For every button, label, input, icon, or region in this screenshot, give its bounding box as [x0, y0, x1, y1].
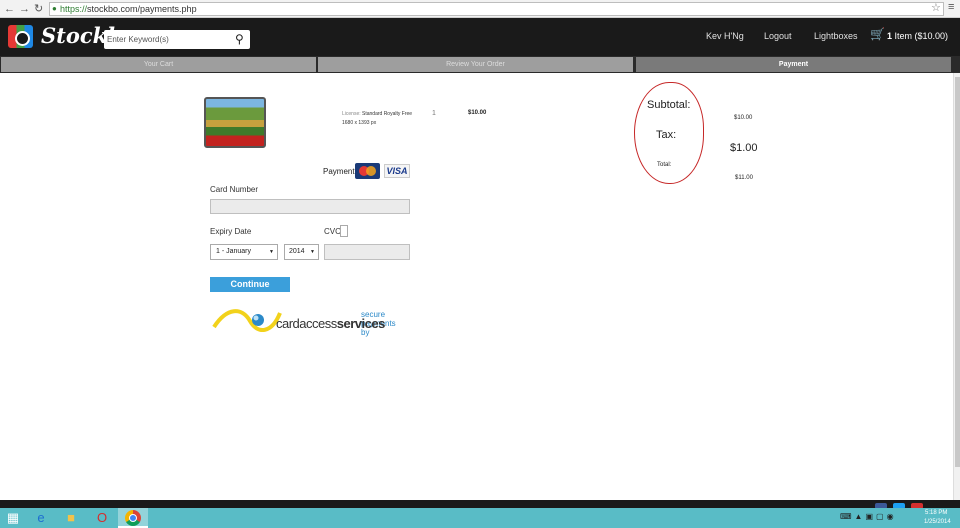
expiry-date-label: Expiry Date	[210, 227, 252, 236]
lightboxes-link[interactable]: Lightboxes	[814, 30, 858, 42]
file-explorer-icon[interactable]: ■	[62, 509, 80, 527]
lock-icon: ●	[52, 4, 57, 13]
item-price: $10.00	[468, 110, 487, 116]
card-number-input[interactable]	[210, 199, 410, 214]
scrollbar-thumb[interactable]	[955, 77, 960, 467]
search-box: ⚲	[104, 30, 250, 49]
payment-label: Payment	[323, 167, 355, 176]
checkout-steps: Your Cart Review Your Order Payment	[0, 56, 960, 73]
system-tray-icons[interactable]: ⌨▲▣▢◉	[840, 512, 897, 521]
image-dimensions: 1680 x 1393 px	[342, 120, 377, 126]
url-scheme: https://	[60, 4, 88, 14]
visa-icon: VISA	[384, 164, 410, 178]
cart-text: Item ($10.00)	[894, 31, 949, 41]
mastercard-icon	[355, 163, 380, 179]
search-icon[interactable]: ⚲	[235, 32, 244, 46]
swoosh-logo-icon	[212, 309, 282, 332]
browser-toolbar: ← → ↻ ● https://stockbo.com/payments.php…	[0, 0, 960, 18]
card-number-label: Card Number	[210, 185, 259, 194]
dropdown-caret-icon: ▼	[310, 249, 315, 255]
chrome-icon	[125, 510, 141, 526]
continue-button[interactable]: Continue	[210, 277, 290, 292]
subtotal-value: $10.00	[734, 115, 753, 121]
cvc-label: CVC	[324, 227, 341, 236]
reload-icon[interactable]: ↻	[34, 2, 43, 16]
processor-name-a: cardaccess	[276, 316, 337, 331]
total-label: Total:	[657, 162, 672, 168]
site-header: Stockbo ⚲ Kev H'Ng Logout Lightboxes 🛒 1…	[0, 18, 960, 56]
step-review-order[interactable]: Review Your Order	[318, 57, 633, 72]
clock-date[interactable]: 1/25/2014	[924, 519, 951, 525]
logout-link[interactable]: Logout	[764, 30, 792, 42]
expiry-year-value: 2014	[289, 248, 305, 255]
dropdown-caret-icon: ▼	[269, 249, 274, 255]
cart-count: 1	[887, 31, 893, 41]
license-label: License:	[342, 111, 361, 117]
tax-label: Tax:	[656, 129, 677, 141]
cart-icon[interactable]: 🛒	[870, 27, 885, 41]
expiry-month-select[interactable]: 1 - January ▼	[210, 244, 278, 260]
cvc-help-icon[interactable]	[340, 225, 348, 237]
expiry-month-value: 1 - January	[216, 248, 252, 255]
browser-menu-icon[interactable]: ≡	[948, 1, 954, 13]
internet-explorer-icon[interactable]: e	[32, 509, 50, 527]
bookmark-star-icon[interactable]: ☆	[931, 1, 941, 14]
license-info: License: Standard Royalty Free 1680 x 13…	[342, 110, 412, 128]
item-quantity: 1	[432, 110, 436, 117]
user-name-link[interactable]: Kev H'Ng	[706, 30, 744, 42]
windows-start-icon[interactable]: ▦	[4, 509, 22, 527]
url-path: stockbo.com/payments.php	[87, 4, 197, 14]
opera-icon[interactable]: O	[93, 509, 111, 527]
processor-name: cardaccessservices	[276, 316, 385, 331]
card-access-services-logo: secure payments by cardaccessservices	[212, 305, 402, 337]
expiry-year-select[interactable]: 2014 ▼	[284, 244, 319, 260]
total-value: $11.00	[735, 175, 753, 181]
address-bar[interactable]: ● https://stockbo.com/payments.php	[49, 2, 944, 16]
windows-taskbar: ▦ e ■ O ⌨▲▣▢◉ 5:18 PM 1/25/2014	[0, 508, 960, 528]
forward-icon[interactable]: →	[19, 2, 30, 16]
search-input[interactable]	[107, 32, 227, 47]
chrome-taskbar-button[interactable]	[118, 508, 148, 528]
product-thumbnail[interactable]	[204, 97, 266, 148]
back-icon[interactable]: ←	[4, 2, 15, 16]
step-payment: Payment	[636, 57, 951, 72]
subtotal-label: Subtotal:	[647, 99, 691, 111]
clock-time[interactable]: 5:18 PM	[925, 510, 947, 516]
cart-link[interactable]: 1 Item ($10.00)	[887, 30, 948, 42]
step-your-cart[interactable]: Your Cart	[1, 57, 316, 72]
site-footer	[0, 500, 960, 508]
cvc-input[interactable]	[324, 244, 410, 260]
tax-value: $1.00	[730, 142, 758, 154]
processor-name-b: services	[336, 316, 386, 331]
camera-logo-icon[interactable]	[8, 25, 33, 48]
page-scrollbar[interactable]	[953, 73, 960, 500]
license-value: Standard Royalty Free	[362, 111, 413, 117]
